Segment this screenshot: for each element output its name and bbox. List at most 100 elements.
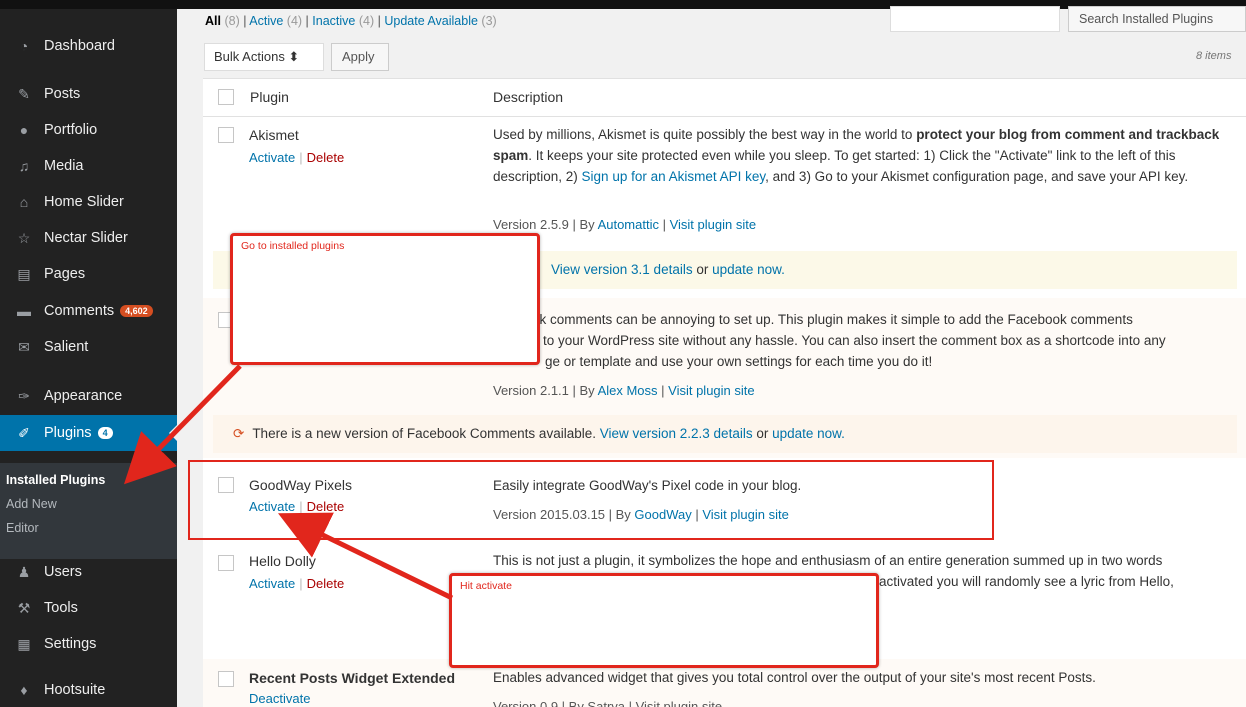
menu-label: Salient: [44, 339, 89, 355]
filter-count: (3): [481, 14, 497, 28]
menu-label: Comments: [44, 303, 115, 319]
menu-salient[interactable]: ✉ Salient: [0, 329, 177, 365]
envelope-icon: ✉: [18, 338, 30, 355]
plugin-status-filters: All (8) | Active (4) | Inactive (4) | Up…: [205, 14, 497, 28]
home-icon: ⌂: [19, 194, 29, 210]
menu-plugins[interactable]: ✐ Plugins 4: [0, 415, 177, 451]
brush-icon: ✑: [18, 387, 30, 404]
items-count: 8 items: [1196, 50, 1232, 62]
column-description: Description: [493, 89, 564, 105]
menu-label: Appearance: [44, 388, 123, 404]
update-now-link[interactable]: update now.: [772, 426, 845, 441]
callout-text: Go to installed plugins: [241, 240, 345, 252]
settings-icon: ▦: [17, 635, 31, 652]
menu-dashboard[interactable]: ◔ Dashboard: [0, 28, 177, 64]
menu-nectar-slider[interactable]: ☆ Nectar Slider: [0, 220, 177, 256]
plugins-submenu: Installed Plugins Add New Editor: [0, 463, 177, 559]
submenu-editor[interactable]: Editor: [6, 521, 39, 535]
search-plugins-button[interactable]: Search Installed Plugins: [1068, 6, 1246, 32]
menu-home-slider[interactable]: ⌂ Home Slider: [0, 184, 177, 220]
update-notice: ⟳ There is a new version of Facebook Comm…: [213, 415, 1237, 453]
callout-installed-plugins: Go to installed plugins: [230, 233, 540, 365]
menu-label: Pages: [44, 266, 86, 282]
menu-appearance[interactable]: ✑ Appearance: [0, 378, 177, 414]
menu-label: Media: [44, 158, 84, 174]
submenu-add-new[interactable]: Add New: [6, 497, 57, 511]
plugin-meta: Version 2.5.9 | By Automattic | Visit pl…: [493, 217, 757, 232]
menu-settings[interactable]: ▦ Settings: [0, 626, 177, 662]
menu-label: Nectar Slider: [44, 230, 128, 246]
table-header: Plugin Description: [203, 79, 1246, 117]
menu-posts[interactable]: ✎ Posts: [0, 76, 177, 112]
plugin-icon: ✐: [18, 424, 30, 441]
filter-count: (4): [358, 14, 375, 28]
highlight-goodway-row: [188, 460, 994, 540]
akismet-api-key-link[interactable]: Sign up for an Akismet API key: [582, 169, 766, 184]
comment-icon: ▬: [17, 303, 31, 319]
menu-tools[interactable]: ⚒ Tools: [0, 590, 177, 626]
row-checkbox[interactable]: [218, 555, 234, 571]
update-icon: ⟳: [233, 426, 245, 441]
row-actions: Deactivate: [249, 691, 310, 706]
select-all-checkbox[interactable]: [218, 89, 234, 105]
callout-text: Hit activate: [460, 580, 512, 592]
menu-label: Portfolio: [44, 122, 98, 138]
submenu-installed-plugins[interactable]: Installed Plugins: [6, 473, 105, 487]
plugins-update-badge: 4: [97, 427, 113, 439]
row-checkbox[interactable]: [218, 671, 234, 687]
plugin-name: Hello Dolly: [249, 553, 316, 569]
deactivate-link[interactable]: Deactivate: [249, 691, 310, 706]
menu-label: Hootsuite: [44, 682, 106, 698]
plugin-name: Recent Posts Widget Extended: [249, 670, 456, 686]
screen: ◔ Dashboard ✎ Posts ● Portfolio ♫ Media ⌂ Hom…: [0, 0, 1246, 707]
column-plugin: Plugin: [250, 89, 289, 105]
callout-hit-activate: Hit activate: [449, 573, 879, 668]
view-details-link[interactable]: View version 2.2.3 details: [600, 426, 753, 441]
activate-link[interactable]: Activate: [249, 150, 295, 165]
apply-button[interactable]: Apply: [331, 43, 389, 71]
dashboard-icon: ◔: [19, 38, 29, 54]
users-icon: ♟: [17, 563, 31, 580]
row-checkbox[interactable]: [218, 127, 234, 143]
visit-plugin-site-link[interactable]: Visit plugin site: [668, 383, 754, 398]
menu-label: Users: [44, 564, 82, 580]
filter-inactive[interactable]: Inactive: [312, 14, 355, 28]
view-details-link[interactable]: View version 3.1 details: [551, 262, 693, 277]
visit-plugin-site-link[interactable]: Visit plugin site: [670, 217, 756, 232]
filter-count: (4): [286, 14, 303, 28]
menu-media[interactable]: ♫ Media: [0, 148, 177, 184]
plugin-description: Enables advanced widget that gives you t…: [493, 670, 1096, 685]
filter-active[interactable]: Active: [249, 14, 283, 28]
menu-label: Posts: [44, 86, 81, 102]
menu-users[interactable]: ♟ Users: [0, 554, 177, 590]
comments-count-badge: 4,602: [120, 305, 153, 317]
menu-label: Dashboard: [44, 38, 115, 54]
update-now-link[interactable]: update now.: [712, 262, 785, 277]
menu-label: Plugins: [44, 425, 92, 441]
menu-pages[interactable]: ▤ Pages: [0, 256, 177, 292]
plugin-meta: Version 2.1.1 | By Alex Moss | Visit plu…: [493, 383, 755, 398]
filter-update-available[interactable]: Update Available: [384, 14, 478, 28]
menu-label: Home Slider: [44, 194, 124, 210]
row-actions: Activate | Delete: [249, 150, 345, 165]
star-icon: ☆: [17, 229, 31, 246]
menu-comments[interactable]: ▬ Comments 4,602: [0, 293, 177, 329]
activate-link[interactable]: Activate: [249, 576, 295, 591]
menu-portfolio[interactable]: ● Portfolio: [0, 112, 177, 148]
pages-icon: ▤: [17, 265, 31, 282]
portfolio-icon: ●: [19, 122, 29, 138]
filter-count: (8): [224, 14, 240, 28]
admin-sidebar: ◔ Dashboard ✎ Posts ● Portfolio ♫ Media ⌂ Hom…: [0, 9, 177, 707]
menu-hootsuite[interactable]: ♦ Hootsuite: [0, 672, 177, 707]
delete-link[interactable]: Delete: [307, 150, 345, 165]
filter-all[interactable]: All: [205, 14, 221, 28]
wrench-icon: ⚒: [17, 599, 31, 616]
search-input[interactable]: [890, 6, 1060, 32]
plugin-name: Akismet: [249, 127, 299, 143]
plugin-description: ok comments can be annoying to set up. T…: [532, 312, 1166, 369]
author-link[interactable]: Alex Moss: [598, 383, 658, 398]
bulk-actions-select[interactable]: Bulk Actions ⬍: [204, 43, 324, 71]
delete-link[interactable]: Delete: [307, 576, 345, 591]
author-link[interactable]: Automattic: [598, 217, 659, 232]
plugin-meta: Version 0.9 | By Satrya | Visit plugin s…: [493, 699, 723, 707]
